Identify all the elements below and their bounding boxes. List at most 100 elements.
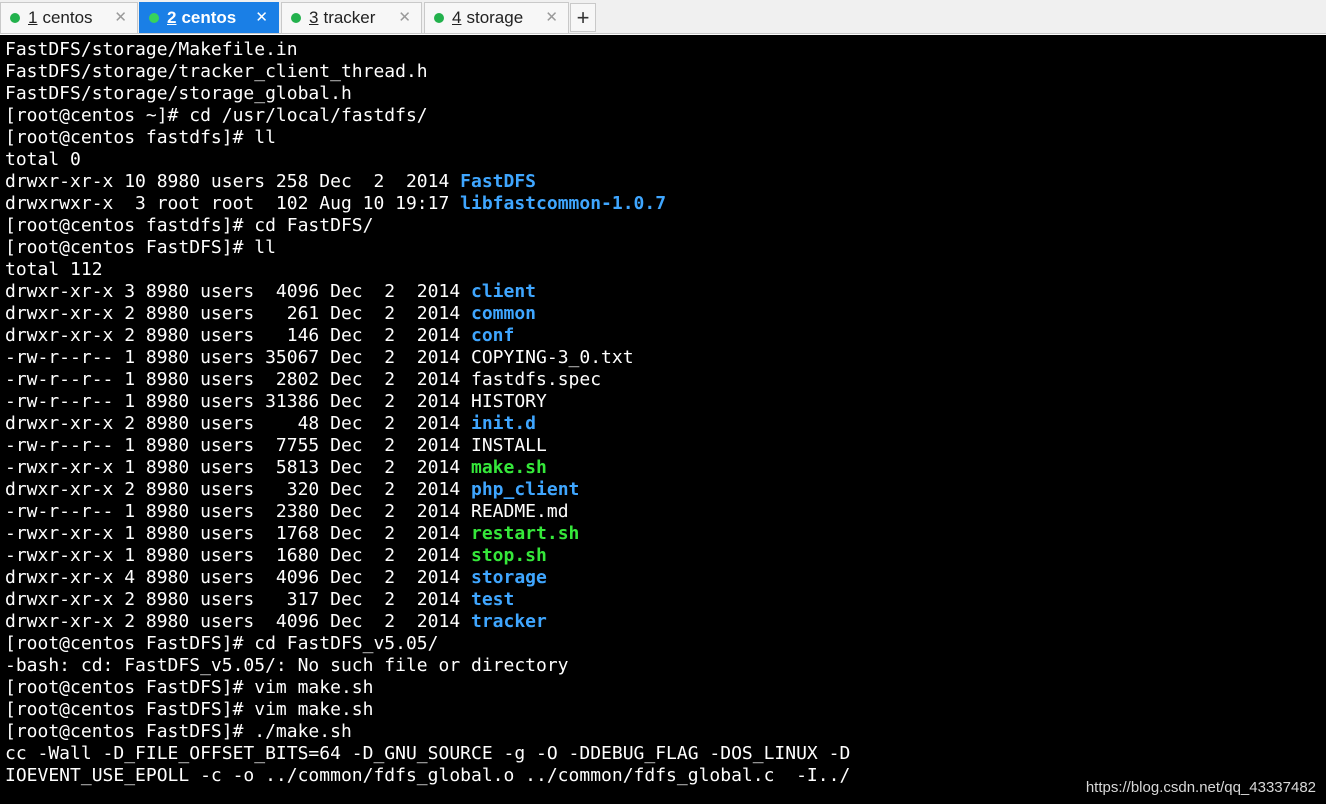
terminal-line-text: drwxr-xr-x 2 8980 users 320 Dec 2 2014 [5,479,471,500]
close-tab-icon[interactable]: ✕ [255,8,268,26]
connected-status-icon [10,13,20,23]
terminal-line: drwxr-xr-x 2 8980 users 317 Dec 2 2014 t… [5,589,850,611]
terminal-line-text: [root@centos fastdfs]# ll [5,127,276,148]
executable-name: restart.sh [471,523,580,544]
tab-label: tracker [323,8,376,27]
directory-name: libfastcommon-1.0.7 [460,193,667,214]
executable-name: make.sh [471,457,547,478]
terminal-line-text: [root@centos FastDFS]# vim make.sh [5,699,374,720]
terminal-line: FastDFS/storage/Makefile.in [5,39,850,61]
terminal-line: [root@centos fastdfs]# ll [5,127,850,149]
terminal-line: [root@centos ~]# cd /usr/local/fastdfs/ [5,105,850,127]
close-tab-icon[interactable]: ✕ [545,8,558,26]
terminal-line-text: drwxr-xr-x 10 8980 users 258 Dec 2 2014 [5,171,461,192]
tab-number: 3 [309,8,319,27]
terminal-line: -rwxr-xr-x 1 8980 users 1768 Dec 2 2014 … [5,523,850,545]
file-name: COPYING-3_0.txt [471,347,634,368]
terminal-line-text: drwxr-xr-x 2 8980 users 317 Dec 2 2014 [5,589,471,610]
file-name: INSTALL [471,435,547,456]
terminal-line-text: drwxr-xr-x 2 8980 users 146 Dec 2 2014 [5,325,471,346]
terminal-line-text: drwxr-xr-x 2 8980 users 261 Dec 2 2014 [5,303,471,324]
terminal-line-text: -rwxr-xr-x 1 8980 users 1680 Dec 2 2014 [5,545,471,566]
terminal-line-text: drwxr-xr-x 2 8980 users 4096 Dec 2 2014 [5,611,471,632]
tab-label: storage [466,8,524,27]
connected-status-icon [149,13,159,23]
terminal-lines: FastDFS/storage/Makefile.in FastDFS/stora… [5,39,850,787]
tab-label: centos [42,8,93,27]
watermark: https://blog.csdn.net/qq_43337482 [1085,779,1316,796]
terminal-line-text: FastDFS/storage/storage_global.h [5,83,352,104]
terminal-line: total 112 [5,259,850,281]
terminal-line-text: -rwxr-xr-x 1 8980 users 1768 Dec 2 2014 [5,523,471,544]
tab-3-tracker[interactable]: 3 tracker ✕ [281,2,422,33]
directory-name: storage [471,567,547,588]
terminal-line-text: -rw-r--r-- 1 8980 users 2802 Dec 2 2014 [5,369,471,390]
tab-2-centos[interactable]: 2 centos ✕ [139,2,279,33]
close-tab-icon[interactable]: ✕ [398,8,411,26]
terminal-line: -bash: cd: FastDFS_v5.05/: No such file … [5,655,850,677]
terminal-line: IOEVENT_USE_EPOLL -c -o ../common/fdfs_g… [5,765,850,787]
terminal-line: [root@centos FastDFS]# cd FastDFS_v5.05/ [5,633,850,655]
terminal-line: [root@centos fastdfs]# cd FastDFS/ [5,215,850,237]
directory-name: FastDFS [460,171,537,192]
terminal-line: -rw-r--r-- 1 8980 users 31386 Dec 2 2014… [5,391,850,413]
terminal-line-text: drwxrwxr-x 3 root root 102 Aug 10 19:17 [5,193,461,214]
terminal-line-text: IOEVENT_USE_EPOLL -c -o ../common/fdfs_g… [5,765,851,786]
tab-number: 1 [28,8,38,27]
executable-name: stop.sh [471,545,547,566]
terminal-line-text: [root@centos FastDFS]# ./make.sh [5,721,352,742]
terminal-output[interactable]: FastDFS/storage/Makefile.in FastDFS/stora… [0,35,1326,804]
terminal-line-text: -rw-r--r-- 1 8980 users 35067 Dec 2 2014 [5,347,471,368]
terminal-line: drwxrwxr-x 3 root root 102 Aug 10 19:17 … [5,193,850,215]
tab-bar: 1 centos ✕ 2 centos ✕ 3 tracker ✕ 4 stor… [0,0,1326,34]
terminal-line: drwxr-xr-x 2 8980 users 320 Dec 2 2014 p… [5,479,850,501]
directory-name: test [471,589,515,610]
terminal-line-text: -rw-r--r-- 1 8980 users 31386 Dec 2 2014 [5,391,471,412]
directory-name: client [471,281,537,302]
terminal-line: total 0 [5,149,850,171]
terminal-line-text: drwxr-xr-x 3 8980 users 4096 Dec 2 2014 [5,281,471,302]
terminal-line: -rwxr-xr-x 1 8980 users 1680 Dec 2 2014 … [5,545,850,567]
terminal-line-text: FastDFS/storage/tracker_client_thread.h [5,61,428,82]
terminal-line-text: -bash: cd: FastDFS_v5.05/: No such file … [5,655,569,676]
terminal-line-text: -rw-r--r-- 1 8980 users 7755 Dec 2 2014 [5,435,471,456]
terminal-line: drwxr-xr-x 2 8980 users 4096 Dec 2 2014 … [5,611,850,633]
file-name: README.md [471,501,569,522]
connected-status-icon [434,13,444,23]
terminal-line-text: total 0 [5,149,81,170]
connected-status-icon [291,13,301,23]
terminal-line-text: FastDFS/storage/Makefile.in [5,39,298,60]
terminal-line-text: -rw-r--r-- 1 8980 users 2380 Dec 2 2014 [5,501,471,522]
tab-number: 2 [167,8,177,27]
tab-4-storage[interactable]: 4 storage ✕ [424,2,569,33]
terminal-line: -rwxr-xr-x 1 8980 users 5813 Dec 2 2014 … [5,457,850,479]
terminal-line-text: drwxr-xr-x 2 8980 users 48 Dec 2 2014 [5,413,471,434]
new-tab-button[interactable]: + [570,3,596,32]
file-name: fastdfs.spec [471,369,602,390]
terminal-line: drwxr-xr-x 10 8980 users 258 Dec 2 2014 … [5,171,850,193]
terminal-line: drwxr-xr-x 2 8980 users 48 Dec 2 2014 in… [5,413,850,435]
terminal-line: [root@centos FastDFS]# vim make.sh [5,677,850,699]
terminal-line-text: [root@centos FastDFS]# ll [5,237,276,258]
terminal-line-text: [root@centos FastDFS]# cd FastDFS_v5.05/ [5,633,439,654]
terminal-line-text: drwxr-xr-x 4 8980 users 4096 Dec 2 2014 [5,567,471,588]
tab-number: 4 [452,8,462,27]
terminal-line: -rw-r--r-- 1 8980 users 2380 Dec 2 2014 … [5,501,850,523]
terminal-line: [root@centos FastDFS]# ll [5,237,850,259]
terminal-line: FastDFS/storage/tracker_client_thread.h [5,61,850,83]
terminal-line-text: [root@centos FastDFS]# vim make.sh [5,677,374,698]
terminal-line-text: -rwxr-xr-x 1 8980 users 5813 Dec 2 2014 [5,457,471,478]
terminal-line: -rw-r--r-- 1 8980 users 7755 Dec 2 2014 … [5,435,850,457]
directory-name: tracker [471,611,547,632]
directory-name: conf [471,325,515,346]
tab-label: centos [181,8,237,27]
terminal-line: -rw-r--r-- 1 8980 users 35067 Dec 2 2014… [5,347,850,369]
close-tab-icon[interactable]: ✕ [114,8,127,26]
file-name: HISTORY [471,391,547,412]
terminal-line: FastDFS/storage/storage_global.h [5,83,850,105]
directory-name: common [471,303,537,324]
tab-1-centos[interactable]: 1 centos ✕ [0,2,138,33]
terminal-line: -rw-r--r-- 1 8980 users 2802 Dec 2 2014 … [5,369,850,391]
directory-name: init.d [471,413,537,434]
terminal-line: [root@centos FastDFS]# vim make.sh [5,699,850,721]
